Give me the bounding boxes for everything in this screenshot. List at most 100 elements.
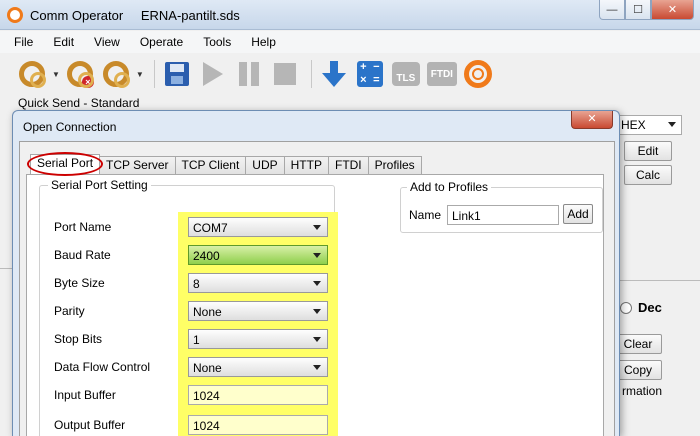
serial-port-panel: Serial Port Setting Port Name COM7 Baud … <box>26 174 604 436</box>
byte-size-select[interactable]: 8 <box>188 273 328 293</box>
stop-bits-select[interactable]: 1 <box>188 329 328 349</box>
connect-dropdown-icon[interactable]: ▼ <box>52 70 60 79</box>
connection-tabs: Serial Port TCP Server TCP Client UDP HT… <box>27 152 422 176</box>
minimize-button[interactable]: — <box>599 0 625 20</box>
menu-edit[interactable]: Edit <box>53 35 74 49</box>
window-controls: — ☐ ✕ <box>599 0 694 20</box>
information-label: rmation <box>622 384 663 398</box>
parity-label: Parity <box>54 304 85 318</box>
menu-tools[interactable]: Tools <box>203 35 231 49</box>
serial-port-setting-group: Serial Port Setting Port Name COM7 Baud … <box>39 178 338 436</box>
tab-ftdi[interactable]: FTDI <box>327 156 369 174</box>
disconnect-button[interactable]: × <box>64 58 96 90</box>
output-buffer-field[interactable]: 1024 <box>188 415 328 435</box>
byte-size-label: Byte Size <box>54 276 105 290</box>
save-button[interactable] <box>161 58 193 90</box>
menu-operate[interactable]: Operate <box>140 35 183 49</box>
data-flow-control-label: Data Flow Control <box>54 360 151 374</box>
start-button[interactable] <box>197 58 229 90</box>
tab-serial-port[interactable]: Serial Port <box>27 152 104 176</box>
group-legend: Add to Profiles <box>407 180 492 194</box>
data-flow-control-select[interactable]: None <box>188 357 328 377</box>
tab-tcp-client[interactable]: TCP Client <box>174 156 247 174</box>
parity-value: None <box>193 305 222 319</box>
group-legend: Serial Port Setting <box>48 178 151 192</box>
input-buffer-field[interactable]: 1024 <box>188 385 328 405</box>
format-select-value: HEX <box>621 118 646 132</box>
about-button[interactable] <box>462 58 494 90</box>
app-title: Comm Operator <box>30 8 124 23</box>
x-badge-icon: × <box>81 76 94 88</box>
port-name-label: Port Name <box>54 220 112 234</box>
tls-button[interactable]: TLS <box>390 58 422 90</box>
chevron-down-icon <box>313 309 321 314</box>
port-name-select[interactable]: COM7 <box>188 217 328 237</box>
pause-icon <box>238 62 260 86</box>
edit-button[interactable]: Edit <box>624 141 672 161</box>
byte-size-value: 8 <box>193 277 200 291</box>
data-flow-control-value: None <box>193 361 222 375</box>
chevron-down-icon <box>313 281 321 286</box>
calculator-icon: + − × = <box>356 61 383 87</box>
window-title: Comm Operator ERNA-pantilt.sds <box>30 8 240 23</box>
chevron-down-icon <box>313 365 321 370</box>
profile-name-input[interactable]: Link1 <box>447 205 559 225</box>
ftdi-button[interactable]: FTDI <box>426 58 458 90</box>
close-button[interactable]: ✕ <box>651 0 694 20</box>
download-button[interactable] <box>318 58 350 90</box>
toolbar-separator <box>153 60 155 88</box>
dialog-body: Serial Port TCP Server TCP Client UDP HT… <box>19 141 615 436</box>
chevron-down-icon <box>313 253 321 258</box>
toolbar: ▼ × ▼ + − × = TLS FTDI <box>0 54 700 94</box>
tab-tcp-server[interactable]: TCP Server <box>99 156 176 174</box>
disconnect-icon: × <box>66 61 94 88</box>
chevron-down-icon <box>313 337 321 342</box>
input-buffer-label: Input Buffer <box>54 388 116 402</box>
baud-rate-select[interactable]: 2400 <box>188 245 328 265</box>
stop-bits-label: Stop Bits <box>54 332 103 346</box>
tab-profiles[interactable]: Profiles <box>367 156 422 174</box>
tab-udp[interactable]: UDP <box>245 156 285 174</box>
calculator-button[interactable]: + − × = <box>354 58 386 90</box>
maximize-button[interactable]: ☐ <box>625 0 651 20</box>
dialog-close-button[interactable]: ✕ <box>571 111 613 129</box>
port-name-value: COM7 <box>193 221 228 235</box>
add-to-profiles-group: Add to Profiles Name Link1 Add <box>400 180 603 233</box>
chevron-down-icon <box>313 225 321 230</box>
connect-all-icon <box>102 61 130 88</box>
clear-button[interactable]: Clear <box>614 334 662 354</box>
connect-icon <box>19 61 46 88</box>
stop-bits-value: 1 <box>193 333 200 347</box>
play-icon <box>202 62 223 86</box>
format-select[interactable]: HEX <box>614 115 682 135</box>
parity-select[interactable]: None <box>188 301 328 321</box>
menu-help[interactable]: Help <box>251 35 276 49</box>
download-icon <box>321 61 346 87</box>
app-logo-icon <box>7 7 23 23</box>
stop-button[interactable] <box>269 58 301 90</box>
dec-radio[interactable] <box>620 302 632 314</box>
copy-button[interactable]: Copy <box>614 360 662 380</box>
menu-file[interactable]: File <box>14 35 33 49</box>
output-buffer-label: Output Buffer <box>54 418 126 432</box>
chevron-down-icon <box>668 122 676 127</box>
divider <box>612 280 700 281</box>
connect-all-button[interactable] <box>100 58 132 90</box>
toolbar-separator <box>310 60 312 88</box>
menu-view[interactable]: View <box>94 35 120 49</box>
pause-button[interactable] <box>233 58 265 90</box>
save-icon <box>164 62 189 86</box>
document-title: ERNA-pantilt.sds <box>140 8 240 23</box>
baud-rate-label: Baud Rate <box>54 248 111 262</box>
connect-button[interactable] <box>16 58 48 90</box>
title-bar: Comm Operator ERNA-pantilt.sds — ☐ ✕ <box>0 0 700 30</box>
calc-button[interactable]: Calc <box>624 165 672 185</box>
quick-send-label: Quick Send - Standard <box>18 96 140 110</box>
logo-icon <box>463 60 492 88</box>
connect-all-dropdown-icon[interactable]: ▼ <box>136 70 144 79</box>
add-profile-button[interactable]: Add <box>563 204 593 224</box>
dialog-title: Open Connection <box>23 120 117 134</box>
tab-http[interactable]: HTTP <box>283 156 329 174</box>
stop-icon <box>273 63 296 85</box>
dec-label: Dec <box>638 300 662 315</box>
